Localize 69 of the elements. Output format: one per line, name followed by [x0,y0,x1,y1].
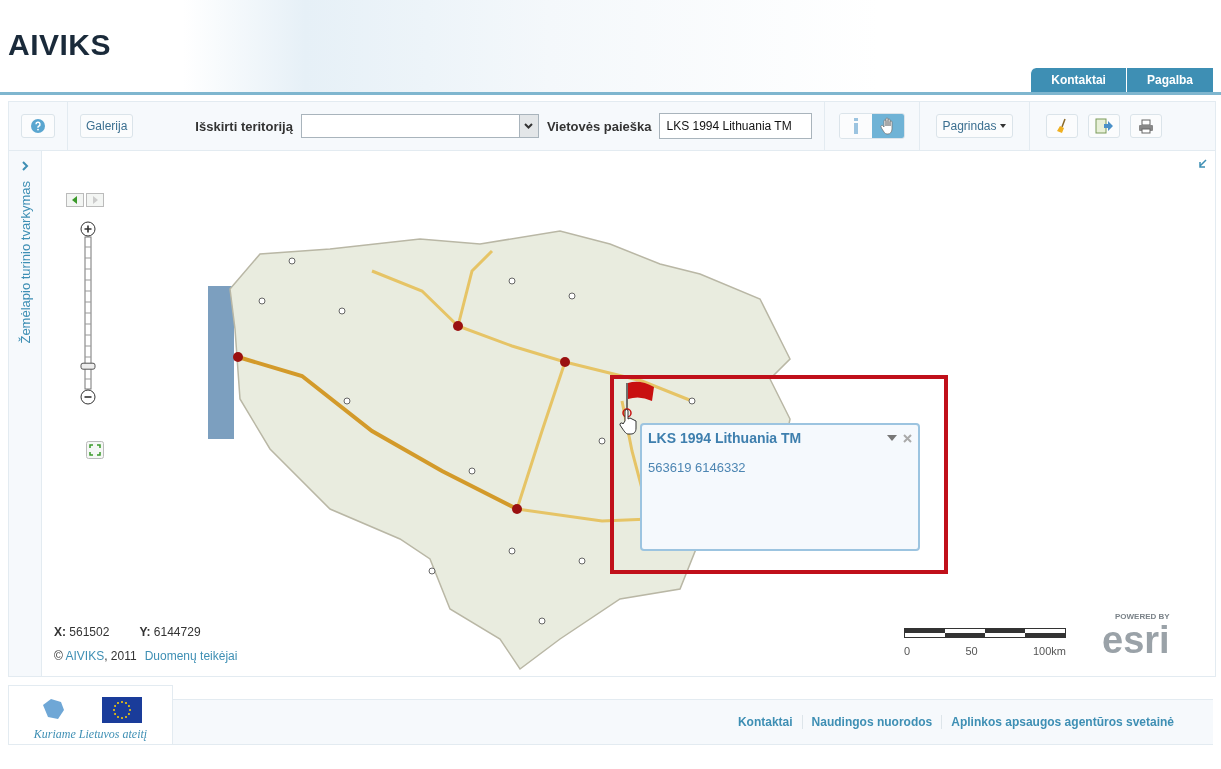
slogan-text: Kuriame Lietuvos ateitį [33,727,148,742]
popup-coordinates: 563619 6146332 [648,460,747,475]
town-marker [578,557,586,565]
footer-link[interactable]: Kontaktai [728,715,802,729]
territory-dropdown[interactable] [300,114,539,138]
flag-marker [622,381,654,418]
popup-title: LKS 1994 Lithuania TM [648,430,802,446]
pan-left-icon[interactable] [66,193,84,207]
eu-flag-icon [101,697,142,723]
pan-right-icon[interactable] [86,193,104,207]
town-marker [598,437,606,445]
caret-icon [998,123,1007,129]
zoom-in-icon[interactable] [80,221,96,237]
full-extent-icon[interactable] [86,441,104,459]
town-marker [343,397,351,405]
town-marker [428,567,436,575]
town-marker [338,307,346,315]
expand-panel-icon[interactable] [20,159,30,173]
scale-label: 0 [904,645,911,657]
copyright-text: © AIVIKS, 2011 [54,649,137,663]
basemap-button[interactable]: Pagrindas [936,114,1013,138]
zoom-slider[interactable] [80,221,96,405]
scale-label: 50 [965,645,978,657]
city-marker [233,352,243,362]
y-coordinate: Y: 6144729 [139,625,201,639]
footer-link[interactable]: Naudingos nuorodos [801,715,942,729]
identify-tool-button[interactable] [840,114,873,138]
zoom-slider-thumb[interactable] [80,362,96,370]
footer-link[interactable]: Aplinkos apsaugos agentūros svetainė [941,715,1183,729]
place-search-field[interactable]: LKS 1994 Lithuania TM [659,113,813,139]
town-marker [568,292,576,300]
export-button[interactable] [1087,114,1120,138]
town-marker [258,297,266,305]
info-icon [853,118,860,134]
zoom-out-icon[interactable] [80,389,96,405]
header-tab[interactable]: Kontaktai [1030,68,1126,92]
close-icon[interactable] [903,433,912,443]
territory-label: Išskirti teritoriją [195,118,293,134]
print-button[interactable] [1129,114,1162,138]
help-icon [31,119,45,133]
town-marker [688,397,696,405]
document-arrow-icon [1094,118,1113,134]
city-marker [512,504,522,514]
chevron-down-icon [524,123,534,129]
scale-label: 100km [1032,645,1066,657]
city-marker [560,357,570,367]
data-providers-link[interactable]: Duomenų teikėjai [144,649,238,663]
hand-cursor-icon [619,409,639,435]
map-content-panel-tab[interactable]: Žemėlapio turinio tvarkymas [17,181,33,344]
town-marker [508,547,516,555]
header-tab[interactable]: Pagalba [1125,68,1213,92]
pan-tool-button[interactable] [872,114,905,138]
place-search-label: Vietovės paieška [546,118,652,134]
town-marker [468,467,476,475]
esri-logo: esri [1102,621,1170,659]
clear-button[interactable] [1045,114,1078,138]
caret-icon[interactable] [887,434,897,442]
gallery-button[interactable]: Galerija [80,114,134,138]
town-marker [288,257,296,265]
broom-icon [1054,118,1069,134]
powered-by-text: POWERED BY [1114,613,1170,621]
city-marker [453,321,463,331]
town-marker [508,277,516,285]
site-logo[interactable]: AIVIKS [8,28,112,62]
collapse-arrow-icon[interactable] [1198,159,1207,168]
x-coordinate: X: 561502 [54,625,110,639]
town-marker [538,617,546,625]
help-button[interactable] [21,114,55,138]
printer-icon [1137,118,1154,134]
